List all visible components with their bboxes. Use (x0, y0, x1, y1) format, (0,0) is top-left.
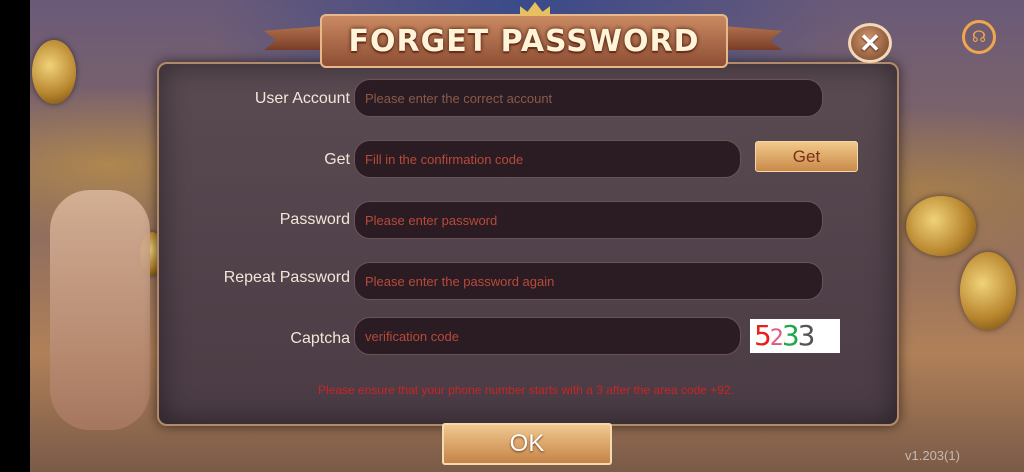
coin-decoration (960, 252, 1016, 330)
captcha-char: 3 (781, 319, 800, 352)
repeat-password-label: Repeat Password (223, 269, 350, 286)
user-account-placeholder: Please enter the correct account (365, 90, 553, 106)
dialog-title-banner: FORGET PASSWORD (320, 14, 728, 68)
user-account-input[interactable]: Please enter the correct account (354, 79, 823, 117)
coin-decoration (32, 40, 76, 104)
repeat-password-input[interactable]: Please enter the password again (354, 262, 823, 300)
confirmation-code-input[interactable]: Fill in the confirmation code (354, 140, 741, 178)
close-icon: ✕ (859, 27, 881, 58)
headset-icon[interactable]: ☊ (962, 20, 996, 54)
confirmation-code-label: Get (324, 151, 350, 168)
captcha-char: 2 (769, 326, 784, 351)
dialog-title: FORGET PASSWORD (348, 23, 700, 59)
get-code-button[interactable]: Get (755, 141, 858, 172)
hand-figure (50, 190, 150, 430)
captcha-label: Captcha (290, 330, 350, 347)
close-button[interactable]: ✕ (848, 23, 892, 63)
coin-decoration (906, 196, 976, 256)
captcha-placeholder: verification code (365, 328, 459, 344)
password-label: Password (279, 211, 350, 228)
version-label: v1.203(1) (905, 448, 960, 463)
ok-button[interactable]: OK (442, 423, 612, 465)
password-placeholder: Please enter password (365, 212, 498, 228)
confirmation-code-placeholder: Fill in the confirmation code (365, 151, 524, 167)
captcha-char: 3 (797, 319, 816, 352)
captcha-char: 5 (754, 319, 772, 352)
repeat-password-placeholder: Please enter the password again (365, 273, 555, 289)
phone-number-note: Please ensure that your phone number sta… (318, 383, 734, 397)
captcha-input[interactable]: verification code (354, 317, 741, 355)
left-edge (0, 0, 30, 472)
captcha-image[interactable]: 5233 (750, 319, 840, 353)
password-input[interactable]: Please enter password (354, 201, 823, 239)
user-account-label: User Account (254, 90, 350, 107)
